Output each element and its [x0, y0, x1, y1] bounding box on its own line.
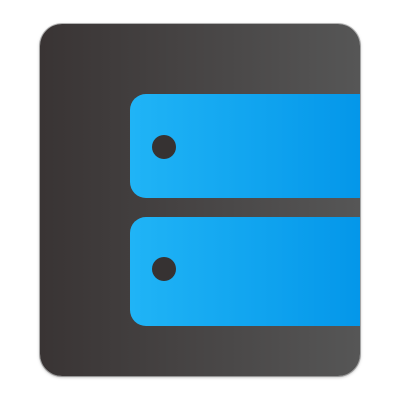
drawer-top	[130, 94, 360, 198]
drawer-bottom	[130, 217, 360, 326]
drawer-bottom-knob	[152, 257, 176, 281]
drawer-top-knob	[152, 135, 176, 159]
icon-canvas	[0, 0, 400, 400]
drawer-app-icon[interactable]	[40, 24, 360, 376]
drawer-icon-graphic	[40, 24, 360, 376]
